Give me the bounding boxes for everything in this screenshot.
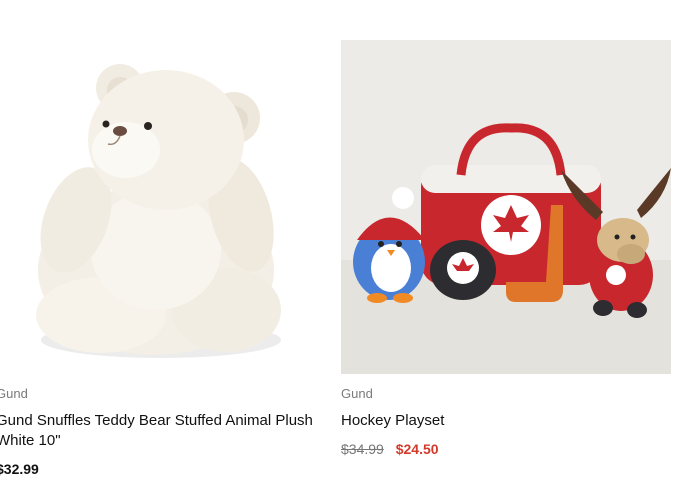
- original-price: $34.99: [341, 441, 384, 457]
- product-name[interactable]: Gund Snuffles Teddy Bear Stuffed Animal …: [0, 411, 316, 451]
- product-card-teddy-bear[interactable]: Gund Gund Snuffles Teddy Bear Stuffed An…: [0, 0, 316, 477]
- hockey-playset-image[interactable]: [341, 40, 671, 374]
- teddy-bear-image[interactable]: [0, 40, 316, 374]
- product-brand: Gund: [341, 386, 373, 401]
- product-brand: Gund: [0, 386, 28, 401]
- product-card-hockey-playset[interactable]: Gund Hockey Playset $34.99 $24.50: [341, 0, 671, 457]
- sale-price: $24.50: [395, 441, 439, 457]
- product-name[interactable]: Hockey Playset: [341, 411, 671, 431]
- product-price: $32.99: [0, 461, 39, 477]
